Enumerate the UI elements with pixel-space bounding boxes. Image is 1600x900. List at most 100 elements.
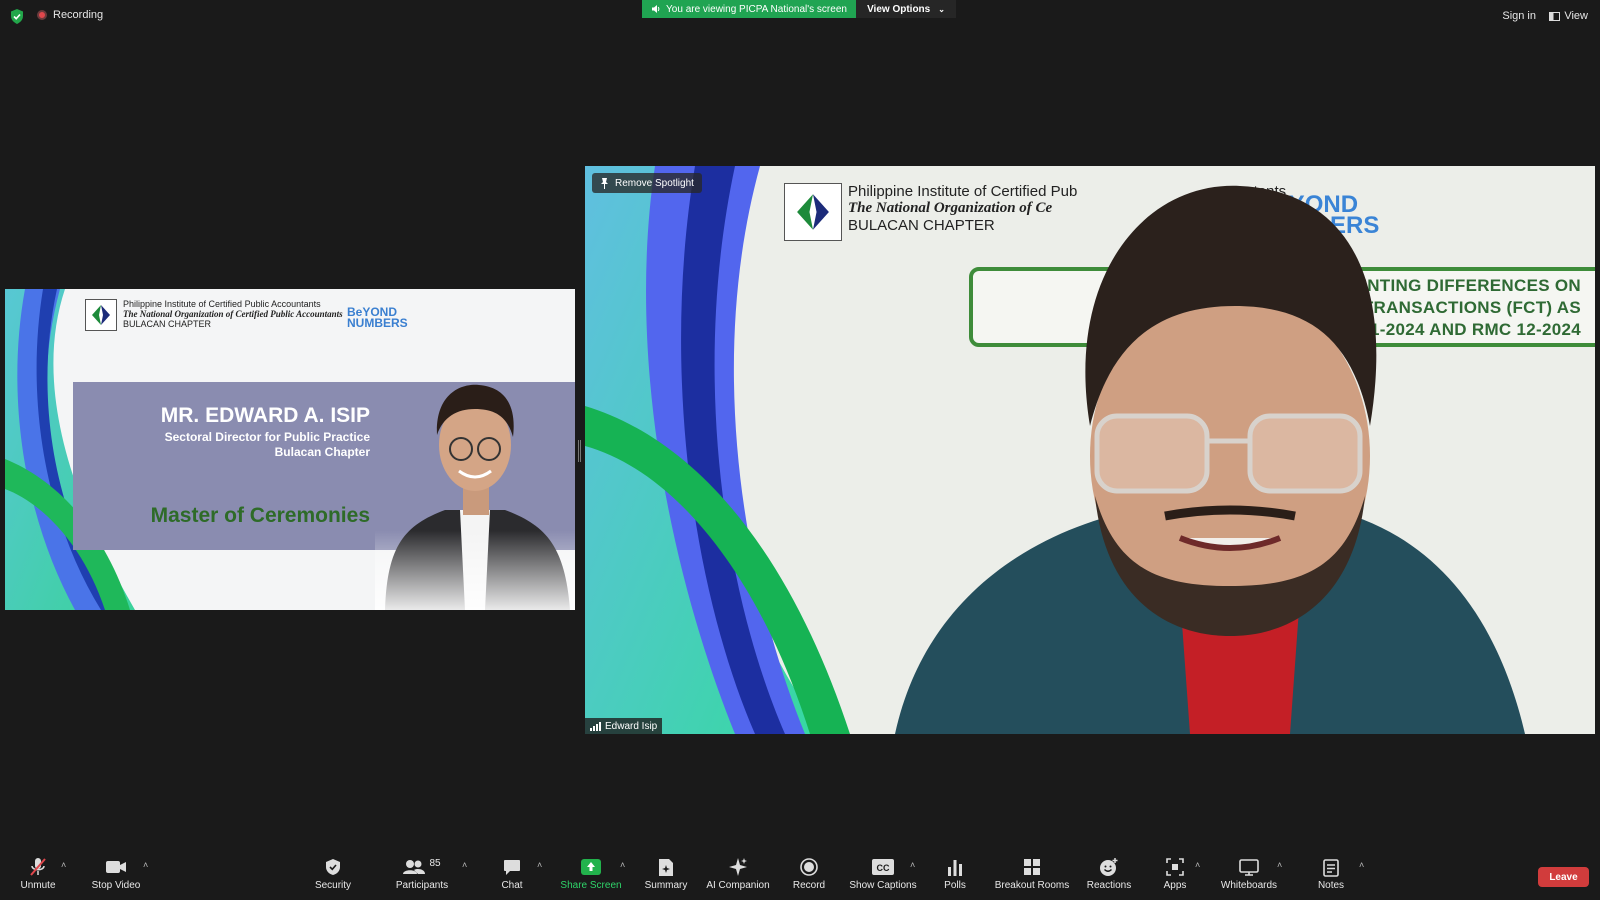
- shared-screen-tile[interactable]: Philippine Institute of Certified Public…: [5, 289, 575, 610]
- org-line2: The National Organization of Certified P…: [123, 309, 343, 319]
- picpa-logo: [85, 299, 117, 331]
- chevron-down-icon: ⌄: [938, 4, 945, 14]
- record-icon: [800, 858, 818, 876]
- view-options-button[interactable]: View Options ⌄: [856, 0, 956, 18]
- picpa-logo-icon: [92, 305, 110, 325]
- picpa-logo: [784, 183, 842, 241]
- org-name-text: Philippine Institute of Certified Public…: [123, 299, 343, 329]
- slide-org-header: Philippine Institute of Certified Public…: [85, 299, 343, 331]
- notes-label: Notes: [1317, 880, 1345, 891]
- view-label: View: [1564, 10, 1588, 22]
- reactions-label: Reactions: [1086, 880, 1132, 891]
- summary-label: Summary: [644, 880, 688, 891]
- participant-name: Edward Isip: [605, 720, 658, 732]
- apps-button[interactable]: Apps: [1158, 850, 1192, 900]
- spotlight-video-tile[interactable]: Philippine Institute of Certified Pubnta…: [585, 166, 1595, 734]
- audio-options-caret[interactable]: ˄: [61, 860, 66, 870]
- notes-button[interactable]: Notes: [1313, 850, 1349, 900]
- whiteboards-label: Whiteboards: [1220, 880, 1278, 891]
- view-layout-icon: [1549, 11, 1561, 21]
- chat-button[interactable]: Chat: [494, 850, 530, 900]
- svg-text:CC: CC: [877, 863, 890, 873]
- speaker-name: MR. EDWARD A. ISIP: [160, 404, 370, 427]
- polls-label: Polls: [944, 880, 966, 891]
- summary-document-icon: [659, 858, 673, 876]
- chat-bubble-icon: [504, 859, 520, 875]
- org-line3: BULACAN CHAPTER: [123, 319, 212, 329]
- microphone-muted-icon: [30, 858, 46, 876]
- whiteboards-options-caret[interactable]: ˄: [1277, 860, 1282, 870]
- shield-check-icon[interactable]: [10, 9, 24, 24]
- polls-button[interactable]: Polls: [937, 850, 973, 900]
- speaker-title-line1: Sectoral Director for Public Practice: [164, 430, 370, 444]
- org-line1: Philippine Institute of Certified Public…: [123, 299, 321, 309]
- security-label: Security: [314, 880, 352, 891]
- whiteboard-icon: [1239, 858, 1259, 876]
- speaker-portrait: [375, 345, 575, 610]
- participants-label: Participants: [395, 880, 449, 891]
- speaker-icon: [652, 5, 660, 13]
- picpa-logo-icon: [797, 194, 829, 230]
- participants-button[interactable]: 85 Participants: [393, 850, 451, 900]
- participant-video-person: [895, 185, 1525, 734]
- video-camera-icon: [106, 861, 126, 873]
- zoom-meeting-window: Recording You are viewing PICPA National…: [0, 0, 1600, 900]
- notes-options-caret[interactable]: ˄: [1359, 860, 1364, 870]
- viewing-screen-banner: You are viewing PICPA National's screen: [642, 0, 856, 18]
- participants-options-caret[interactable]: ˄: [462, 860, 467, 870]
- sparkle-icon: [729, 858, 747, 876]
- people-icon: [403, 860, 426, 874]
- speaker-role: Master of Ceremonies: [150, 504, 370, 527]
- chat-label: Chat: [501, 880, 523, 891]
- notes-icon: [1323, 858, 1339, 877]
- signal-strength-icon: [590, 721, 601, 731]
- security-button[interactable]: Security: [313, 850, 353, 900]
- speaker-title-line2: Bulacan Chapter: [274, 445, 370, 459]
- leave-button[interactable]: Leave: [1538, 867, 1589, 887]
- recording-label: Recording: [53, 9, 104, 21]
- breakout-grid-icon: [1024, 859, 1040, 875]
- breakout-rooms-label: Breakout Rooms: [994, 880, 1070, 891]
- resize-handle[interactable]: [578, 440, 581, 462]
- closed-captions-icon: CC: [872, 859, 894, 875]
- show-captions-button[interactable]: CC Show Captions: [849, 850, 917, 900]
- captions-options-caret[interactable]: ˄: [910, 860, 915, 870]
- unmute-label: Unmute: [20, 880, 56, 891]
- apps-options-caret[interactable]: ˄: [1195, 860, 1200, 870]
- stop-video-button[interactable]: Stop Video: [88, 850, 144, 900]
- record-label: Record: [792, 880, 826, 891]
- poll-chart-icon: [948, 859, 962, 876]
- ai-companion-button[interactable]: AI Companion: [704, 850, 772, 900]
- apps-icon: [1166, 858, 1184, 876]
- reactions-button[interactable]: Reactions: [1084, 850, 1134, 900]
- share-screen-button[interactable]: Share Screen: [560, 850, 622, 900]
- smiley-plus-icon: [1100, 858, 1118, 876]
- participants-count: 85: [429, 857, 441, 869]
- beyond-numbers-logo: BeYOND NUMBERS: [347, 305, 408, 330]
- shield-icon: [326, 859, 340, 875]
- unmute-button[interactable]: Unmute: [16, 850, 60, 900]
- record-dot-icon: [37, 10, 47, 20]
- share-screen-icon: [581, 859, 601, 875]
- sign-in-link[interactable]: Sign in: [1502, 10, 1536, 22]
- chat-options-caret[interactable]: ˄: [537, 860, 542, 870]
- recording-indicator[interactable]: Recording: [37, 9, 103, 21]
- ai-companion-label: AI Companion: [706, 880, 770, 891]
- record-button[interactable]: Record: [791, 850, 827, 900]
- show-captions-label: Show Captions: [849, 880, 917, 891]
- top-bar: Recording You are viewing PICPA National…: [0, 0, 1600, 32]
- speaker-title: Sectoral Director for Public Practice Bu…: [165, 430, 370, 460]
- view-button[interactable]: View: [1549, 10, 1588, 22]
- stop-video-label: Stop Video: [91, 880, 141, 891]
- remove-spotlight-label: Remove Spotlight: [615, 177, 694, 189]
- breakout-rooms-button[interactable]: Breakout Rooms: [992, 850, 1072, 900]
- video-options-caret[interactable]: ˄: [143, 860, 148, 870]
- summary-button[interactable]: Summary: [643, 850, 689, 900]
- share-screen-label: Share Screen: [560, 880, 622, 891]
- remove-spotlight-button[interactable]: Remove Spotlight: [592, 173, 702, 193]
- whiteboards-button[interactable]: Whiteboards: [1217, 850, 1281, 900]
- view-options-label: View Options: [867, 3, 931, 15]
- participant-name-tag: Edward Isip: [585, 718, 663, 734]
- share-options-caret[interactable]: ˄: [620, 860, 625, 870]
- viewing-label: You are viewing PICPA National's screen: [666, 3, 847, 15]
